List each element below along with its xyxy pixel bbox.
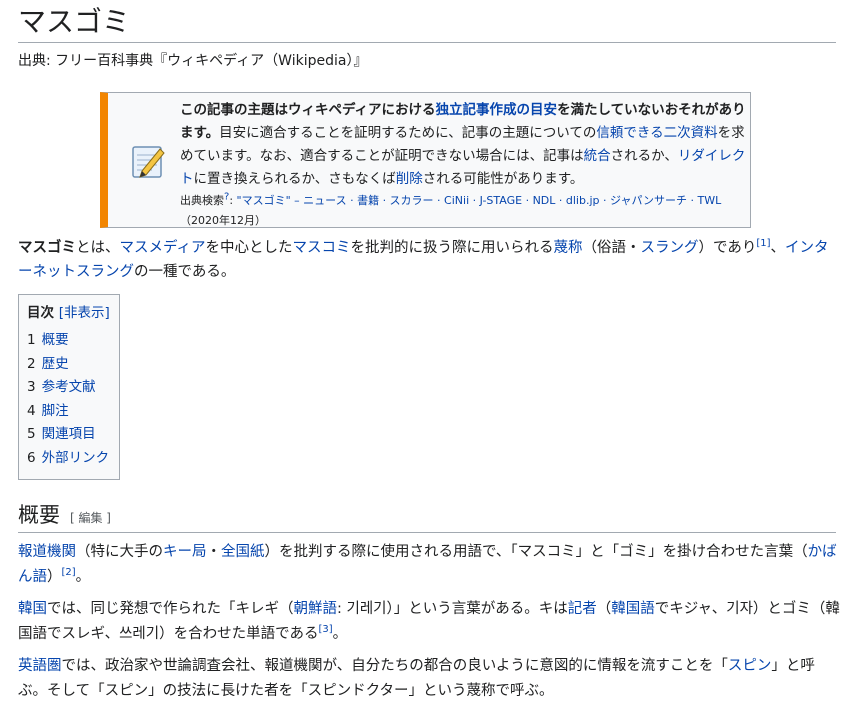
source-line: 出典: フリー百科事典『ウィキペディア（Wikipedia）』 xyxy=(18,53,368,69)
toc-link-bibliography[interactable]: 参考文献 xyxy=(42,379,96,395)
table-of-contents: 目次 [非表示] 1 概要 2 歴史 3 参考文献 4 脚注 5 関連項目 6 外部リンク xyxy=(18,294,120,480)
link-reliable-sources[interactable]: 信頼できる二次資料 xyxy=(596,125,717,141)
toc-number: 3 xyxy=(27,379,36,395)
toc-item[interactable]: 6 外部リンク xyxy=(27,447,111,471)
toc-header: 目次 [非表示] xyxy=(27,301,111,325)
source-search-links[interactable]: "マスゴミ" – ニュース · 書籍 · スカラー · CiNii · J-ST… xyxy=(237,194,722,207)
link-masukomi[interactable]: マスコミ xyxy=(293,240,351,256)
toc-item[interactable]: 4 脚注 xyxy=(27,400,111,424)
link-key-station[interactable]: キー局 xyxy=(163,544,207,560)
toc-list: 1 概要 2 歴史 3 参考文献 4 脚注 5 関連項目 6 外部リンク xyxy=(27,329,111,470)
link-merge[interactable]: 統合 xyxy=(584,148,611,164)
intro-text-1: とは、 xyxy=(76,240,120,256)
intro-term: マスゴミ xyxy=(18,240,76,256)
toc-link-notes[interactable]: 脚注 xyxy=(42,403,69,419)
link-mass-media[interactable]: マスメディア xyxy=(120,240,206,256)
notice-text: この記事の主題はウィキペディアにおける独立記事作成の目安を満たしていないおそれが… xyxy=(180,99,748,231)
link-national-newspaper[interactable]: 全国紙 xyxy=(221,544,265,560)
section-heading-overview: 概要 [ 編集 ] xyxy=(18,498,836,533)
para1-text-3: ）を批判する際に使用される用語で、「マスコミ」と「ゴミ」を掛け合わせた言葉（ xyxy=(264,544,808,560)
toc-link-external[interactable]: 外部リンク xyxy=(42,450,110,466)
notepad-pencil-icon xyxy=(132,146,165,178)
toc-link-overview[interactable]: 概要 xyxy=(42,332,69,348)
intro-text-3: を批判的に扱う際に用いられる xyxy=(350,240,554,256)
notability-notice: この記事の主題はウィキペディアにおける独立記事作成の目安を満たしていないおそれが… xyxy=(100,92,751,228)
source-search-date: （2020年12月） xyxy=(180,214,266,227)
link-notability-guideline[interactable]: 独立記事作成の目安 xyxy=(436,102,558,118)
intro-paragraph: マスゴミとは、マスメディアを中心としたマスコミを批判的に扱う際に用いられる蔑称（… xyxy=(18,236,840,284)
notice-bold-1: この記事の主題はウィキペディアにおける xyxy=(180,102,436,118)
article-page: マスゴミ 出典: フリー百科事典『ウィキペディア（Wikipedia）』 この記… xyxy=(0,0,849,704)
para1-text-1: （特に大手の xyxy=(76,544,163,560)
toc-hide-toggle[interactable]: [非表示] xyxy=(59,305,110,321)
link-slang[interactable]: スラング xyxy=(641,240,699,256)
intro-text-5: ）であり xyxy=(698,240,757,256)
toc-link-history[interactable]: 歴史 xyxy=(42,356,69,372)
toc-item[interactable]: 1 概要 xyxy=(27,329,111,353)
notice-text-5: される可能性があります。 xyxy=(422,171,584,187)
para2-text-2: : 기레기）」という言葉がある。キは xyxy=(337,601,568,617)
link-journalist[interactable]: 記者 xyxy=(568,601,597,617)
overview-paragraph-3: 英語圏では、政治家や世論調査会社、報道機関が、自分たちの都合の良いように意図的に… xyxy=(18,654,840,704)
para1-text-4: ） xyxy=(47,569,62,585)
toc-number: 6 xyxy=(27,449,36,466)
toc-number: 4 xyxy=(27,402,36,419)
ref-3[interactable]: [3] xyxy=(318,624,332,635)
para2-text-5: 。 xyxy=(332,626,348,642)
toc-number: 1 xyxy=(27,332,36,348)
ref-2[interactable]: [2] xyxy=(62,567,76,578)
toc-number: 5 xyxy=(27,426,36,442)
para2-text-3: （ xyxy=(596,601,612,617)
section-edit-link[interactable]: [ 編集 ] xyxy=(70,511,111,525)
notice-text-3: されるか、 xyxy=(610,148,678,164)
toc-title: 目次 xyxy=(27,305,54,321)
section-title: 概要 xyxy=(18,503,60,527)
toc-item[interactable]: 5 関連項目 xyxy=(27,423,111,447)
para2-text-1: では、同じ発想で作られた「キレギ（ xyxy=(47,601,294,617)
link-korean[interactable]: 韓国語 xyxy=(611,601,655,617)
ref-1[interactable]: [1] xyxy=(756,238,770,249)
toc-link-related[interactable]: 関連項目 xyxy=(42,426,96,442)
notice-text-1: 目安に適合することを証明するために、記事の主題についての xyxy=(219,125,597,141)
para3-text-1: では、政治家や世論調査会社、報道機関が、自分たちの都合の良いように意図的に情報を… xyxy=(61,658,728,674)
link-korean-language[interactable]: 朝鮮語 xyxy=(294,601,338,617)
intro-text-6: 、 xyxy=(770,240,786,256)
para1-text-2: ・ xyxy=(206,544,222,560)
link-korea[interactable]: 韓国 xyxy=(18,601,47,617)
para1-text-5: 。 xyxy=(75,569,91,585)
link-spin[interactable]: スピン xyxy=(728,658,772,674)
source-search-line: 出典検索?: "マスゴミ" – ニュース · 書籍 · スカラー · CiNii… xyxy=(180,191,722,227)
link-anglosphere[interactable]: 英語圏 xyxy=(18,658,62,674)
toc-item[interactable]: 2 歴史 xyxy=(27,353,111,377)
source-search-help-link[interactable]: ? xyxy=(224,191,229,202)
notice-text-4: に置き換えられるか、さもなくば xyxy=(193,171,396,187)
intro-text-2: を中心とした xyxy=(205,240,293,256)
link-deletion[interactable]: 削除 xyxy=(396,171,423,187)
toc-item[interactable]: 3 参考文献 xyxy=(27,376,111,400)
toc-number: 2 xyxy=(27,355,36,372)
link-pejorative[interactable]: 蔑称 xyxy=(554,240,583,256)
overview-paragraph-2: 韓国では、同じ発想で作られた「キレギ（朝鮮語: 기레기）」という言葉がある。キは… xyxy=(18,597,840,647)
intro-text-7: の一種である。 xyxy=(134,264,236,280)
intro-text-4: （俗語・ xyxy=(582,240,641,256)
link-news-organization[interactable]: 報道機関 xyxy=(18,544,76,560)
overview-paragraph-1: 報道機関（特に大手のキー局・全国紙）を批判する際に使用される用語で、「マスコミ」… xyxy=(18,540,840,590)
page-title: マスゴミ xyxy=(18,2,836,43)
source-search-label: 出典検索 xyxy=(180,194,224,207)
